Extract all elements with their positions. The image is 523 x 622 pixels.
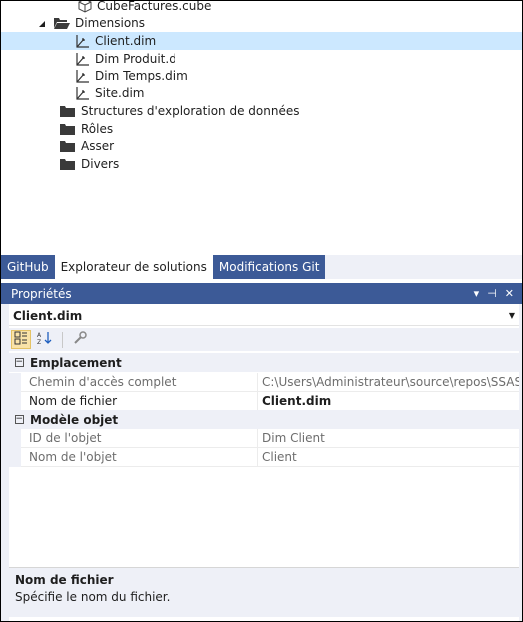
dimension-icon (75, 68, 91, 84)
tree-item-dim-produit[interactable]: Dim Produit.dim (1, 50, 522, 68)
tool-window-tabs: GitHub Explorateur de solutions Modifica… (1, 255, 522, 279)
folder-icon (59, 103, 77, 119)
property-name: Nom de fichier (21, 392, 258, 411)
dimension-icon (75, 51, 91, 67)
property-row[interactable]: Nom de l'objet Client (9, 448, 519, 467)
tree-item-assemblies[interactable]: Asser (1, 137, 522, 155)
pin-icon[interactable]: ⊣ (487, 287, 497, 300)
categorized-button[interactable] (11, 330, 31, 349)
app-frame: CubeFactures.cube Dimensions Client.dim (0, 0, 523, 622)
cube-icon (77, 1, 93, 14)
tree-item-label: Rôles (81, 122, 114, 136)
dimension-icon (75, 33, 91, 49)
property-value: Client (258, 448, 519, 467)
tab-github[interactable]: GitHub (1, 255, 55, 279)
folder-icon (59, 156, 77, 172)
tree-item-label: Asser (81, 139, 115, 153)
property-value-field[interactable]: Client.dim (258, 392, 519, 411)
tree-item-label: Site.dim (95, 86, 145, 100)
tree-item-cube[interactable]: CubeFactures.cube (1, 1, 522, 15)
category-name: Emplacement (30, 355, 122, 370)
property-value: Dim Client (258, 429, 519, 448)
collapse-icon[interactable]: − (12, 356, 26, 370)
tree-item-site-dim[interactable]: Site.dim (1, 84, 522, 102)
properties-title: Propriétés (11, 286, 72, 301)
window-menu-icon[interactable]: ▾ (474, 287, 480, 300)
tree-item-label: Client.dim (95, 34, 157, 48)
panel-edge (519, 304, 522, 621)
tree-item-label: Dim Produit.dim (95, 52, 175, 66)
category-modele-objet[interactable]: − Modèle objet (9, 410, 519, 429)
object-selector[interactable]: Client.dim ▼ (9, 306, 519, 326)
tabs-filler (325, 255, 522, 279)
tree-item-client-dim[interactable]: Client.dim (1, 32, 522, 50)
folder-icon (59, 138, 77, 154)
wrench-icon (73, 331, 87, 348)
property-row[interactable]: Chemin d'accès complet C:\Users\Administ… (9, 373, 519, 392)
close-icon[interactable]: ✕ (505, 287, 514, 300)
category-name: Modèle objet (30, 412, 119, 427)
svg-text:A: A (37, 332, 42, 339)
folder-icon (59, 121, 77, 137)
solution-explorer-tree: CubeFactures.cube Dimensions Client.dim (1, 1, 522, 255)
property-row[interactable]: Nom de fichier Client.dim (9, 392, 519, 411)
selected-object-name: Client.dim (13, 308, 83, 323)
tab-solution-explorer[interactable]: Explorateur de solutions (54, 255, 213, 279)
svg-text:Z: Z (37, 339, 41, 345)
property-description: Nom de fichier Spécifie le nom du fichie… (9, 567, 519, 617)
properties-toolbar: AZ (9, 328, 519, 351)
tree-item-label: Divers (81, 157, 120, 171)
property-name: Chemin d'accès complet (21, 373, 258, 392)
tree-item-divers[interactable]: Divers (1, 155, 522, 173)
tree-item-mining-structures[interactable]: Structures d'exploration de données (1, 102, 522, 120)
tree-item-roles[interactable]: Rôles (1, 120, 522, 138)
tab-git-changes[interactable]: Modifications Git (212, 255, 326, 279)
tree-item-label: CubeFactures.cube (97, 1, 212, 13)
alphabetical-button[interactable]: AZ (35, 330, 55, 349)
alphabetical-icon: AZ (37, 331, 53, 348)
property-row[interactable]: ID de l'objet Dim Client (9, 429, 519, 448)
tree-item-label: Structures d'exploration de données (81, 104, 300, 118)
window-controls: ▾ ⊣ ✕ (474, 287, 522, 300)
description-title: Nom de fichier (15, 573, 114, 587)
description-text: Spécifie le nom du fichier. (15, 590, 171, 604)
category-emplacement[interactable]: − Emplacement (9, 353, 519, 372)
expanded-arrow-icon[interactable] (37, 18, 47, 28)
folder-open-icon (53, 15, 71, 31)
tree-item-label: Dimensions (75, 16, 146, 30)
properties-title-bar: Propriétés ▾ ⊣ ✕ (1, 283, 522, 304)
dimension-icon (75, 85, 91, 101)
chevron-down-icon: ▼ (508, 311, 515, 320)
collapse-icon[interactable]: − (12, 413, 26, 427)
property-name: ID de l'objet (21, 429, 258, 448)
categorized-icon (14, 331, 28, 348)
tree-item-label: Dim Temps.dim (95, 69, 188, 83)
panel-edge (1, 304, 9, 621)
tree-item-dimensions[interactable]: Dimensions (1, 14, 522, 32)
tree-item-dim-temps[interactable]: Dim Temps.dim (1, 67, 522, 85)
property-grid: − Emplacement Chemin d'accès complet C:\… (9, 353, 519, 565)
property-value: C:\Users\Administrateur\source\repos\SSA… (258, 373, 519, 392)
property-name: Nom de l'objet (21, 448, 258, 467)
toolbar-separator (62, 331, 63, 348)
property-pages-button[interactable] (70, 330, 90, 349)
